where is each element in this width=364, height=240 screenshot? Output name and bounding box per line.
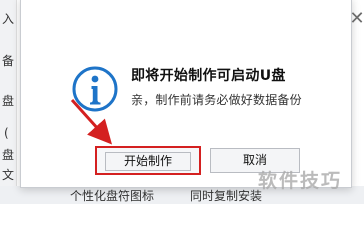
watermark-text: 软件技巧 <box>258 170 343 192</box>
cancel-button-label: 取消 <box>242 153 267 167</box>
close-icon[interactable]: ✕ <box>345 7 364 31</box>
dialog-message: 亲，制作前请务必做好数据备份 <box>131 93 302 107</box>
background-fragment: 入 <box>2 12 15 26</box>
background-fragment: ( <box>4 126 9 140</box>
info-icon <box>72 66 118 112</box>
background-fragment: 文 <box>2 168 15 182</box>
background-fragment: 盘 <box>2 94 15 108</box>
background-option-label: 个性化盘符图标 <box>70 189 155 203</box>
dialog-title: 即将开始制作可启动U盘 <box>131 68 286 84</box>
background-fragment: 盘 <box>2 148 15 162</box>
background-option-label: 同时复制安装 <box>190 189 263 203</box>
start-make-button[interactable]: 开始制作 <box>95 146 201 175</box>
confirm-dialog: ✕ 即将开始制作可启动U盘 亲，制作前请务必做好数据备份 开始制作 取消 <box>20 0 364 188</box>
start-make-button-label: 开始制作 <box>123 154 172 168</box>
background-fragment: 备 <box>2 54 15 68</box>
